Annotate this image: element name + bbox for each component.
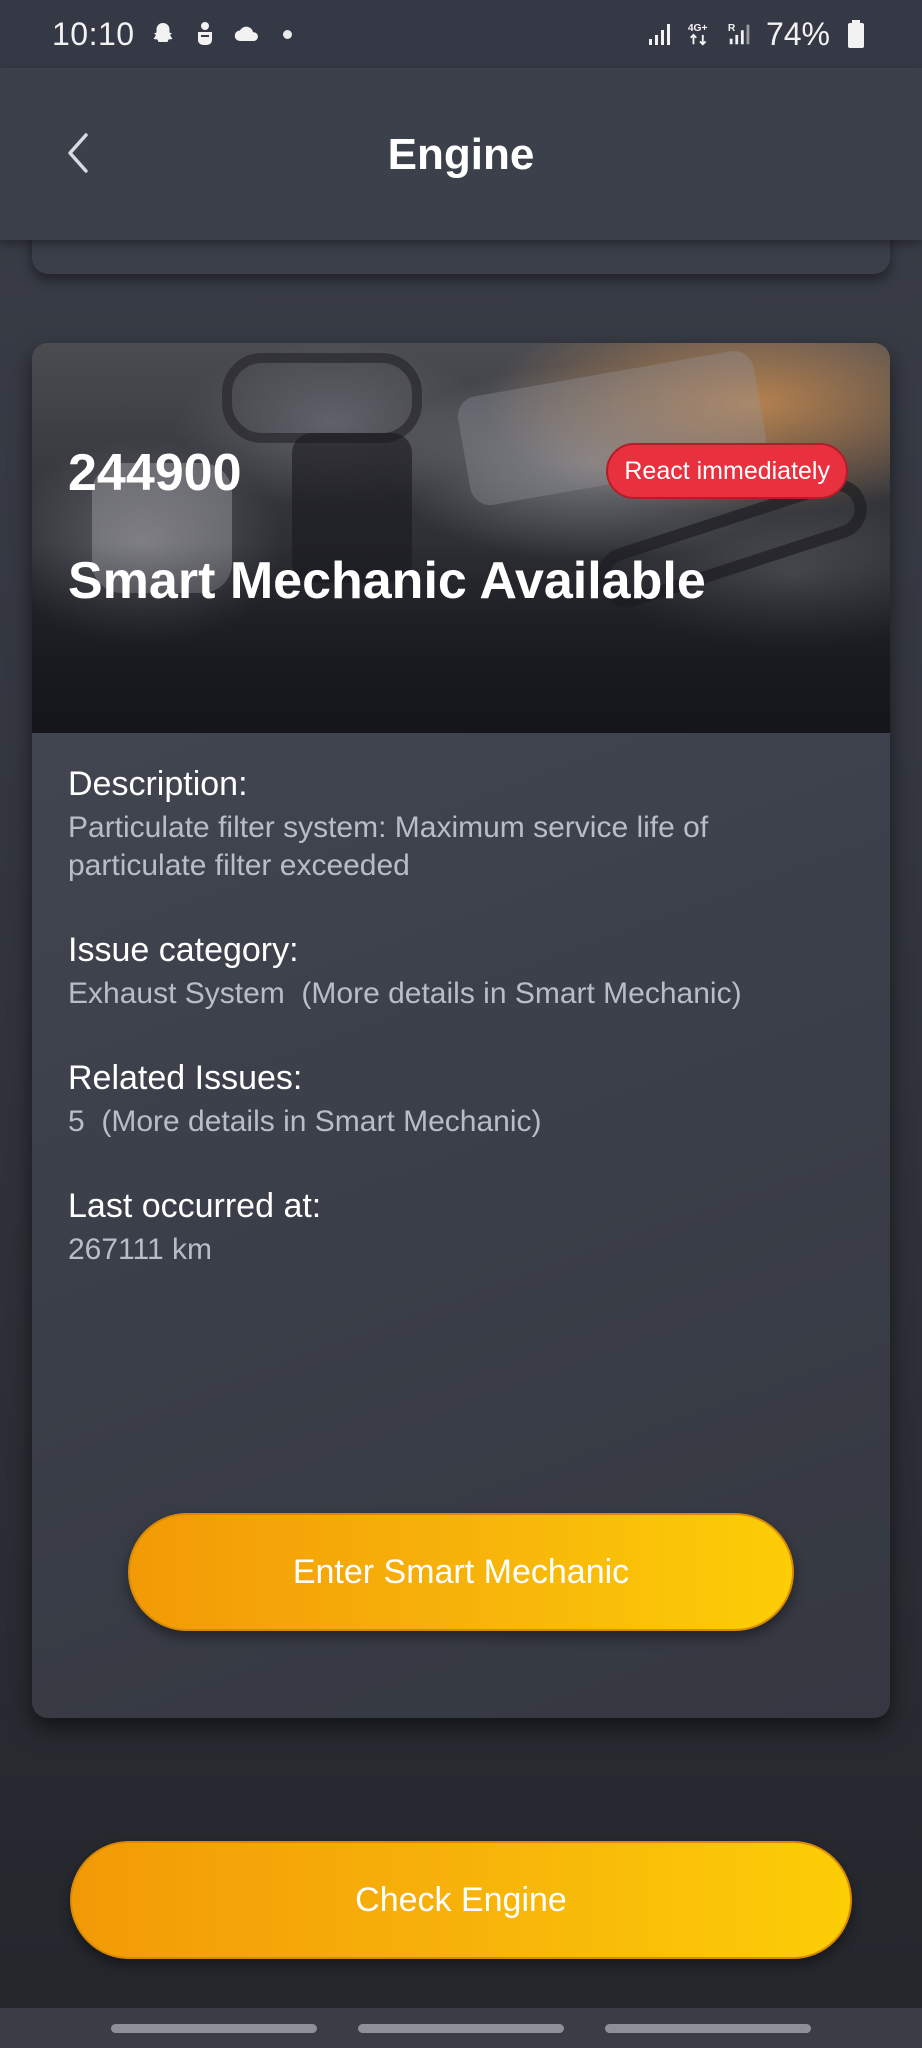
page-title: Engine — [387, 130, 535, 179]
engine-hero-image: 244900 React immediately Smart Mechanic … — [32, 343, 890, 733]
check-engine-button[interactable]: Check Engine — [70, 1841, 852, 1959]
signal-4g-icon: 4G+ — [686, 20, 714, 48]
svg-text:4G+: 4G+ — [688, 23, 708, 34]
nav-home-button[interactable] — [357, 2023, 564, 2033]
card-body: Description: Particulate filter system: … — [32, 733, 890, 1269]
field-value: 267111 km — [68, 1233, 212, 1266]
field-label: Issue category: — [68, 931, 299, 969]
app-header: Engine — [0, 68, 922, 240]
signal-r-icon: R — [726, 20, 754, 48]
field-value: Particulate filter system: Maximum servi… — [68, 811, 709, 882]
nav-back-button[interactable] — [605, 2023, 812, 2033]
last-occurred-field: Last occurred at: 267111 km — [68, 1185, 854, 1269]
cloud-icon — [233, 20, 261, 48]
issue-card: 244900 React immediately Smart Mechanic … — [32, 343, 890, 1718]
description-field: Description: Particulate filter system: … — [68, 763, 854, 885]
related-issues-field: Related Issues: 5 (More details in Smart… — [68, 1057, 854, 1141]
severity-badge: React immediately — [606, 443, 848, 499]
engine-pipe-shape — [222, 353, 422, 443]
notification-dot — [282, 29, 292, 39]
field-value: 5 (More details in Smart Mechanic) — [68, 1105, 542, 1138]
nav-recent-button[interactable] — [110, 2023, 317, 2033]
battery-icon — [842, 20, 870, 48]
battery-percent: 74% — [765, 15, 830, 52]
fault-code: 244900 — [68, 444, 242, 502]
teams-icon — [191, 20, 219, 48]
status-bar: 10:10 4G+ R 74% — [0, 0, 922, 68]
issue-category-field: Issue category: Exhaust System (More det… — [68, 929, 854, 1013]
status-right: 4G+ R 74% — [646, 16, 870, 53]
svg-text:R: R — [728, 23, 736, 34]
field-label: Last occurred at: — [68, 1187, 322, 1225]
field-value: Exhaust System (More details in Smart Me… — [68, 977, 742, 1010]
system-nav-bar — [0, 2008, 922, 2048]
status-time: 10:10 — [52, 15, 135, 52]
field-label: Description: — [68, 765, 248, 803]
card-title: Smart Mechanic Available — [68, 552, 706, 610]
screen: 10:10 4G+ R 74% Engine 244900 React imme… — [0, 0, 922, 2048]
status-left: 10:10 — [52, 16, 292, 53]
signal-icon — [646, 20, 674, 48]
enter-smart-mechanic-button[interactable]: Enter Smart Mechanic — [128, 1513, 794, 1631]
snapchat-icon — [149, 20, 177, 48]
field-label: Related Issues: — [68, 1059, 303, 1097]
